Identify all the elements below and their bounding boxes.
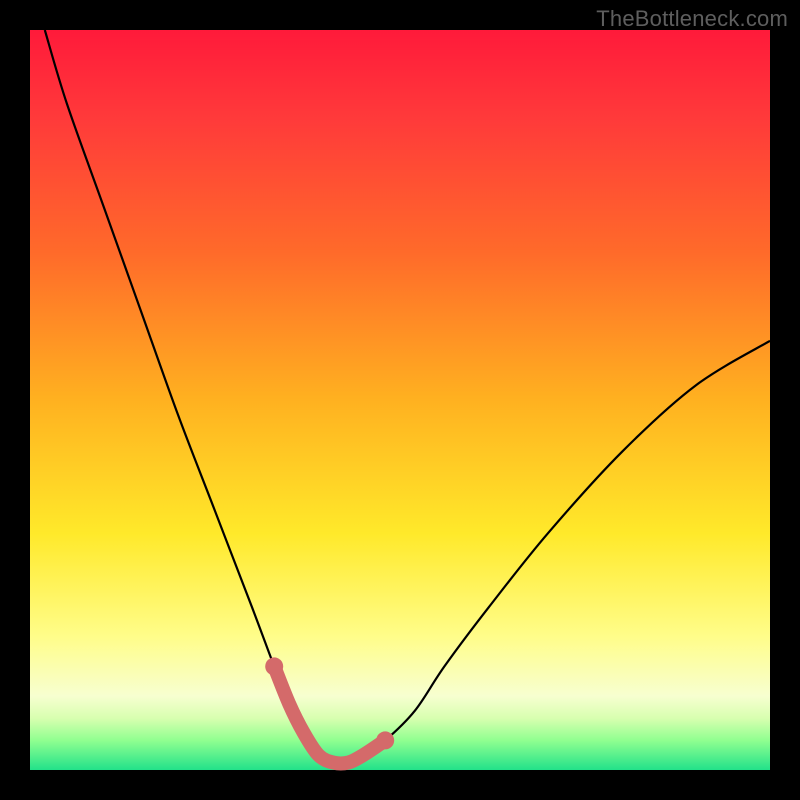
curve-svg bbox=[30, 30, 770, 770]
bottleneck-curve bbox=[45, 30, 770, 764]
highlight-end-dot bbox=[265, 657, 283, 675]
watermark-text: TheBottleneck.com bbox=[596, 6, 788, 32]
chart-frame: TheBottleneck.com bbox=[0, 0, 800, 800]
highlight-end-dot bbox=[376, 731, 394, 749]
highlight-segment bbox=[274, 666, 385, 763]
plot-area bbox=[30, 30, 770, 770]
